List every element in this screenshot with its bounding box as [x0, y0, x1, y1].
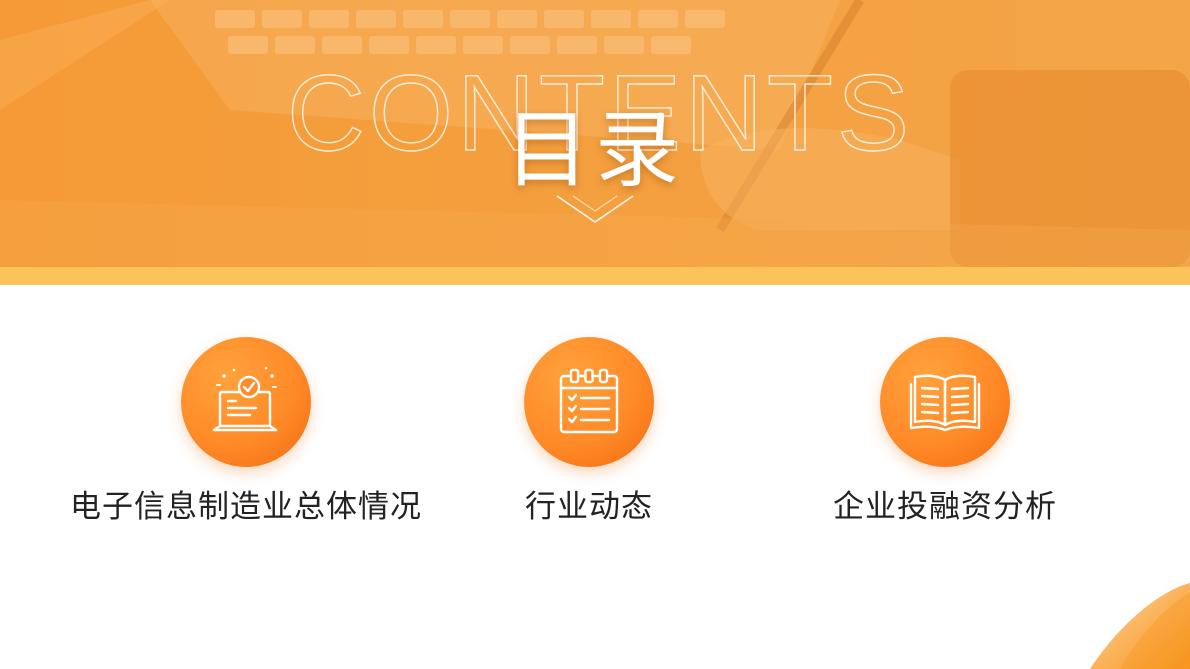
calendar-checklist-icon	[559, 368, 619, 434]
toc-item-icon-circle	[880, 337, 1010, 467]
toc-item-label: 企业投融资分析	[833, 489, 1057, 525]
toc-item-industry-news[interactable]: 行业动态	[409, 337, 769, 527]
toc-item-label: 行业动态	[525, 489, 653, 525]
laptop-check-icon	[212, 366, 278, 432]
toc-item-icon-circle	[524, 337, 654, 467]
chevron-down-icon	[556, 195, 634, 223]
banner-stripe	[0, 267, 1190, 285]
toc-item-label: 电子信息制造业总体情况	[70, 489, 422, 525]
toc-item-electronics-manufacturing[interactable]: 电子信息制造业总体情况	[66, 337, 426, 527]
open-book-icon	[909, 374, 981, 432]
page-title: 目录	[504, 101, 685, 199]
toc-item-investment-analysis[interactable]: 企业投融资分析	[765, 337, 1125, 527]
page-curl-decoration	[1090, 583, 1190, 669]
header-banner: CONTENTS 目录	[0, 0, 1190, 267]
toc-item-icon-circle	[181, 337, 311, 467]
